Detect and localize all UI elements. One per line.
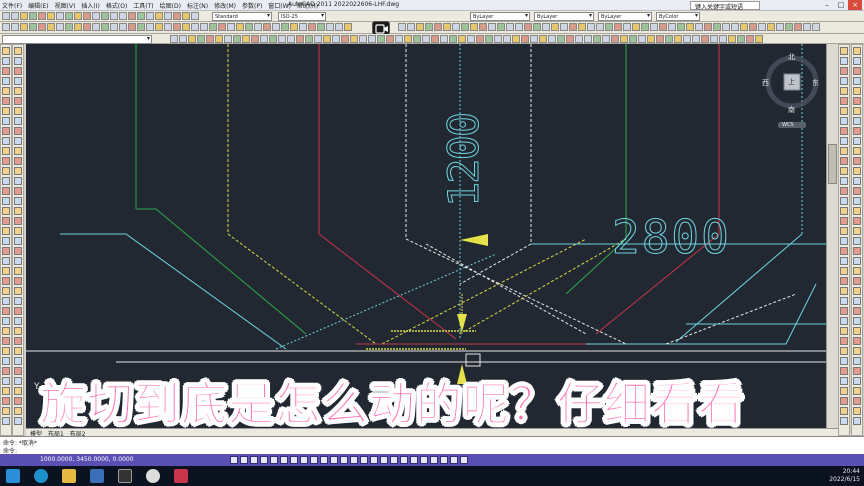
viewcube-west-label[interactable]: 西 [762, 78, 769, 88]
cyan-profile-left [60, 233, 287, 350]
lineweight-combo[interactable]: ByLayer [598, 12, 652, 21]
dim-style-combo[interactable]: ISO-25 [278, 12, 326, 21]
coordinate-readout: 1000.0000, 3450.0000, 0.0000 [40, 456, 134, 463]
right-tool-palette[interactable] [838, 44, 850, 436]
menu-item-edit[interactable]: 编辑(E) [28, 1, 48, 10]
window-controls: – □ × [820, 0, 862, 10]
window-title: AutoCAD 2011 2022022606-LHF.dwg [288, 1, 400, 8]
plotstyle-combo[interactable]: ByColor [656, 12, 700, 21]
menu-item-dimension[interactable]: 标注(N) [187, 1, 208, 10]
menu-item-file[interactable]: 文件(F) [2, 1, 22, 10]
help-search-input[interactable]: 键入关键字或短语 [690, 1, 760, 11]
windows-taskbar: 20:44 2022/6/15 [0, 466, 864, 486]
viewcube-south-label[interactable]: 南 [788, 105, 795, 115]
drafting-settings-buttons[interactable] [230, 456, 468, 464]
menu-item-draw[interactable]: 绘图(D) [160, 1, 181, 10]
white-diagonal-1 [405, 238, 627, 345]
yellow-diagonal-right [459, 238, 627, 335]
dimension-arrow-down [457, 314, 467, 332]
status-bar: 1000.0000, 3450.0000, 0.0000 [0, 454, 864, 466]
right-tool-palette-2[interactable] [851, 44, 863, 436]
windows-start-icon[interactable] [6, 469, 20, 483]
menu-item-insert[interactable]: 插入(I) [81, 1, 99, 10]
file-explorer-icon[interactable] [62, 469, 76, 483]
menu-item-modify[interactable]: 修改(M) [214, 1, 236, 10]
text-style-combo[interactable]: Standard [212, 12, 272, 21]
clock-time: 20:44 [842, 468, 860, 475]
scrollbar-thumb[interactable] [828, 144, 837, 184]
title-menu-bar: 文件(F) 编辑(E) 视图(V) 插入(I) 格式(O) 工具(T) 绘图(D… [0, 0, 864, 11]
menu-item-tools[interactable]: 工具(T) [133, 1, 153, 10]
dimension-arrow-top [460, 234, 488, 246]
menu-item-view[interactable]: 视图(V) [55, 1, 76, 10]
layer-toolbar-icons[interactable] [170, 35, 763, 43]
clock-date: 2022/6/15 [829, 476, 860, 483]
left-tool-palette[interactable] [0, 44, 12, 436]
viewcube-north-label[interactable]: 北 [788, 52, 795, 62]
toolbar-row-standard: Standard ISO-25 ByLayer ByLayer ByLayer … [0, 11, 864, 22]
dimension-text-2800: 2800 [612, 210, 731, 264]
modify-toolbar-icons[interactable] [398, 23, 820, 31]
viewcube[interactable]: 北 西 东 南 上 WCS [760, 50, 820, 130]
cursor-box [465, 353, 481, 367]
draw-toolbar-icons[interactable] [2, 23, 352, 31]
viewcube-top-label[interactable]: 上 [788, 77, 795, 87]
toolbar-row-layers [0, 34, 864, 44]
minimize-button[interactable]: – [820, 0, 834, 10]
autocad-window: 文件(F) 编辑(E) 视图(V) 插入(I) 格式(O) 工具(T) 绘图(D… [0, 0, 864, 486]
viewcube-east-label[interactable]: 东 [812, 78, 819, 88]
dimension-text-1200: 1200 [439, 113, 489, 207]
maximize-button[interactable]: □ [834, 0, 848, 10]
edge-browser-icon[interactable] [34, 469, 48, 483]
media-player-icon[interactable] [118, 469, 132, 483]
ucs-y-label: Y [34, 382, 40, 392]
menu-item-format[interactable]: 格式(O) [106, 1, 127, 10]
current-layer-combo[interactable] [2, 35, 152, 44]
app-icon-circle[interactable] [146, 469, 160, 483]
yellow-profile-left [227, 233, 377, 345]
menu-item-parametric[interactable]: 参数(P) [242, 1, 262, 10]
layer-combo[interactable]: ByLayer [470, 12, 530, 21]
menu-bar: 文件(F) 编辑(E) 视图(V) 插入(I) 格式(O) 工具(T) 绘图(D… [2, 1, 318, 10]
autocad-taskbar-icon[interactable] [174, 469, 188, 483]
left-tool-palette-2[interactable] [12, 44, 24, 436]
linetype-combo[interactable]: ByLayer [534, 12, 594, 21]
close-button[interactable]: × [848, 0, 862, 10]
screen-recorder-icon [372, 21, 390, 35]
viewcube-wcs-label[interactable]: WCS [782, 122, 794, 128]
toolbar-row-draw [0, 22, 864, 34]
green-profile-left [136, 208, 307, 335]
standard-toolbar-icons[interactable] [2, 12, 199, 20]
store-icon[interactable] [90, 469, 104, 483]
video-subtitle: 旋切到底是怎么动的呢？仔细看看 [40, 377, 745, 432]
taskbar-clock[interactable]: 20:44 2022/6/15 [829, 468, 860, 484]
